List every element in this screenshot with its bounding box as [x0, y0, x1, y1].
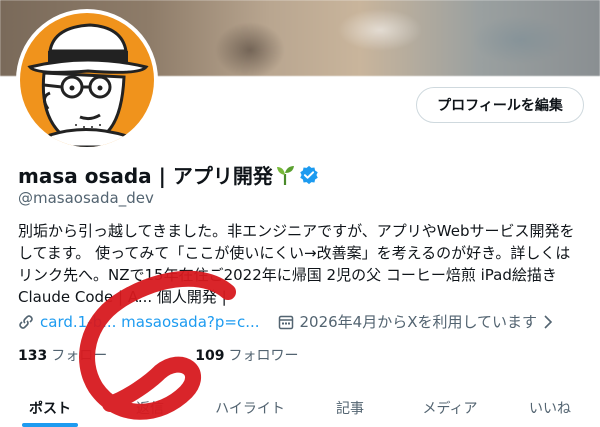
tab-label: いいね	[529, 401, 571, 417]
tab-articles[interactable]: 記事	[300, 392, 400, 427]
calendar-icon	[278, 315, 293, 329]
bio-line: リンク先へ。NZで15年在住ご2022年に帰国 2児の父 コーヒー焙煎 iPad…	[18, 266, 557, 284]
follow-stats: 133 フォロー 109 フォロワー	[18, 345, 298, 365]
tab-label: ポスト	[29, 401, 71, 417]
profile-name-row: masa osada | アプリ開発	[18, 160, 319, 189]
tab-likes[interactable]: いいね	[500, 392, 600, 427]
avatar-illustration	[27, 23, 149, 147]
avatar[interactable]	[16, 9, 158, 151]
link-icon	[19, 314, 33, 329]
tab-label: 返信	[136, 401, 164, 417]
bio-line: 別垢から引っ越してきました。非エンジニアですが、アプリやWebサービス開発を	[18, 222, 575, 240]
following-count: 133	[18, 348, 48, 364]
tab-label: メディア	[422, 401, 478, 417]
tab-label: ハイライト	[215, 401, 285, 417]
following-label: フォロー	[51, 348, 108, 364]
tab-posts[interactable]: ポスト	[0, 392, 100, 427]
followers-link[interactable]: 109 フォロワー	[195, 345, 298, 365]
tab-media[interactable]: メディア	[400, 392, 500, 427]
profile-bio: 別垢から引っ越してきました。非エンジニアですが、アプリやWebサービス開発を し…	[18, 220, 584, 308]
joined-text: 2026年4月からXを利用しています	[299, 313, 538, 331]
chevron-right-icon	[544, 314, 553, 329]
followers-label: フォロワー	[228, 348, 299, 364]
profile-handle: @masaosada_dev	[18, 189, 154, 207]
profile-meta: card.1-b... masaosada?p=c... 2026年4月からXを…	[18, 311, 553, 332]
tab-label: 記事	[336, 401, 364, 417]
active-tab-indicator	[22, 423, 78, 427]
followers-count: 109	[195, 348, 225, 364]
verified-badge-icon[interactable]	[299, 165, 319, 185]
tab-highlights[interactable]: ハイライト	[200, 392, 300, 427]
tab-replies[interactable]: 返信	[100, 392, 200, 427]
profile-link-text[interactable]: card.1-b... masaosada?p=c...	[40, 313, 260, 331]
bio-line: Claude Code | A... 個人開発 |	[18, 288, 227, 306]
joined-date[interactable]: 2026年4月からXを利用しています	[278, 311, 554, 332]
following-link[interactable]: 133 フォロー	[18, 345, 107, 365]
profile-tabs: ポスト 返信 ハイライト 記事 メディア いいね	[0, 392, 600, 427]
sprout-icon	[276, 165, 294, 185]
edit-profile-button[interactable]: プロフィールを編集	[416, 87, 584, 123]
profile-name: masa osada | アプリ開発	[18, 164, 273, 188]
profile-link[interactable]: card.1-b... masaosada?p=c...	[18, 313, 260, 331]
bio-line: してます。 使ってみて「ここが使いにくい→改善案」を考えるのが好き。詳しくは	[18, 244, 571, 262]
